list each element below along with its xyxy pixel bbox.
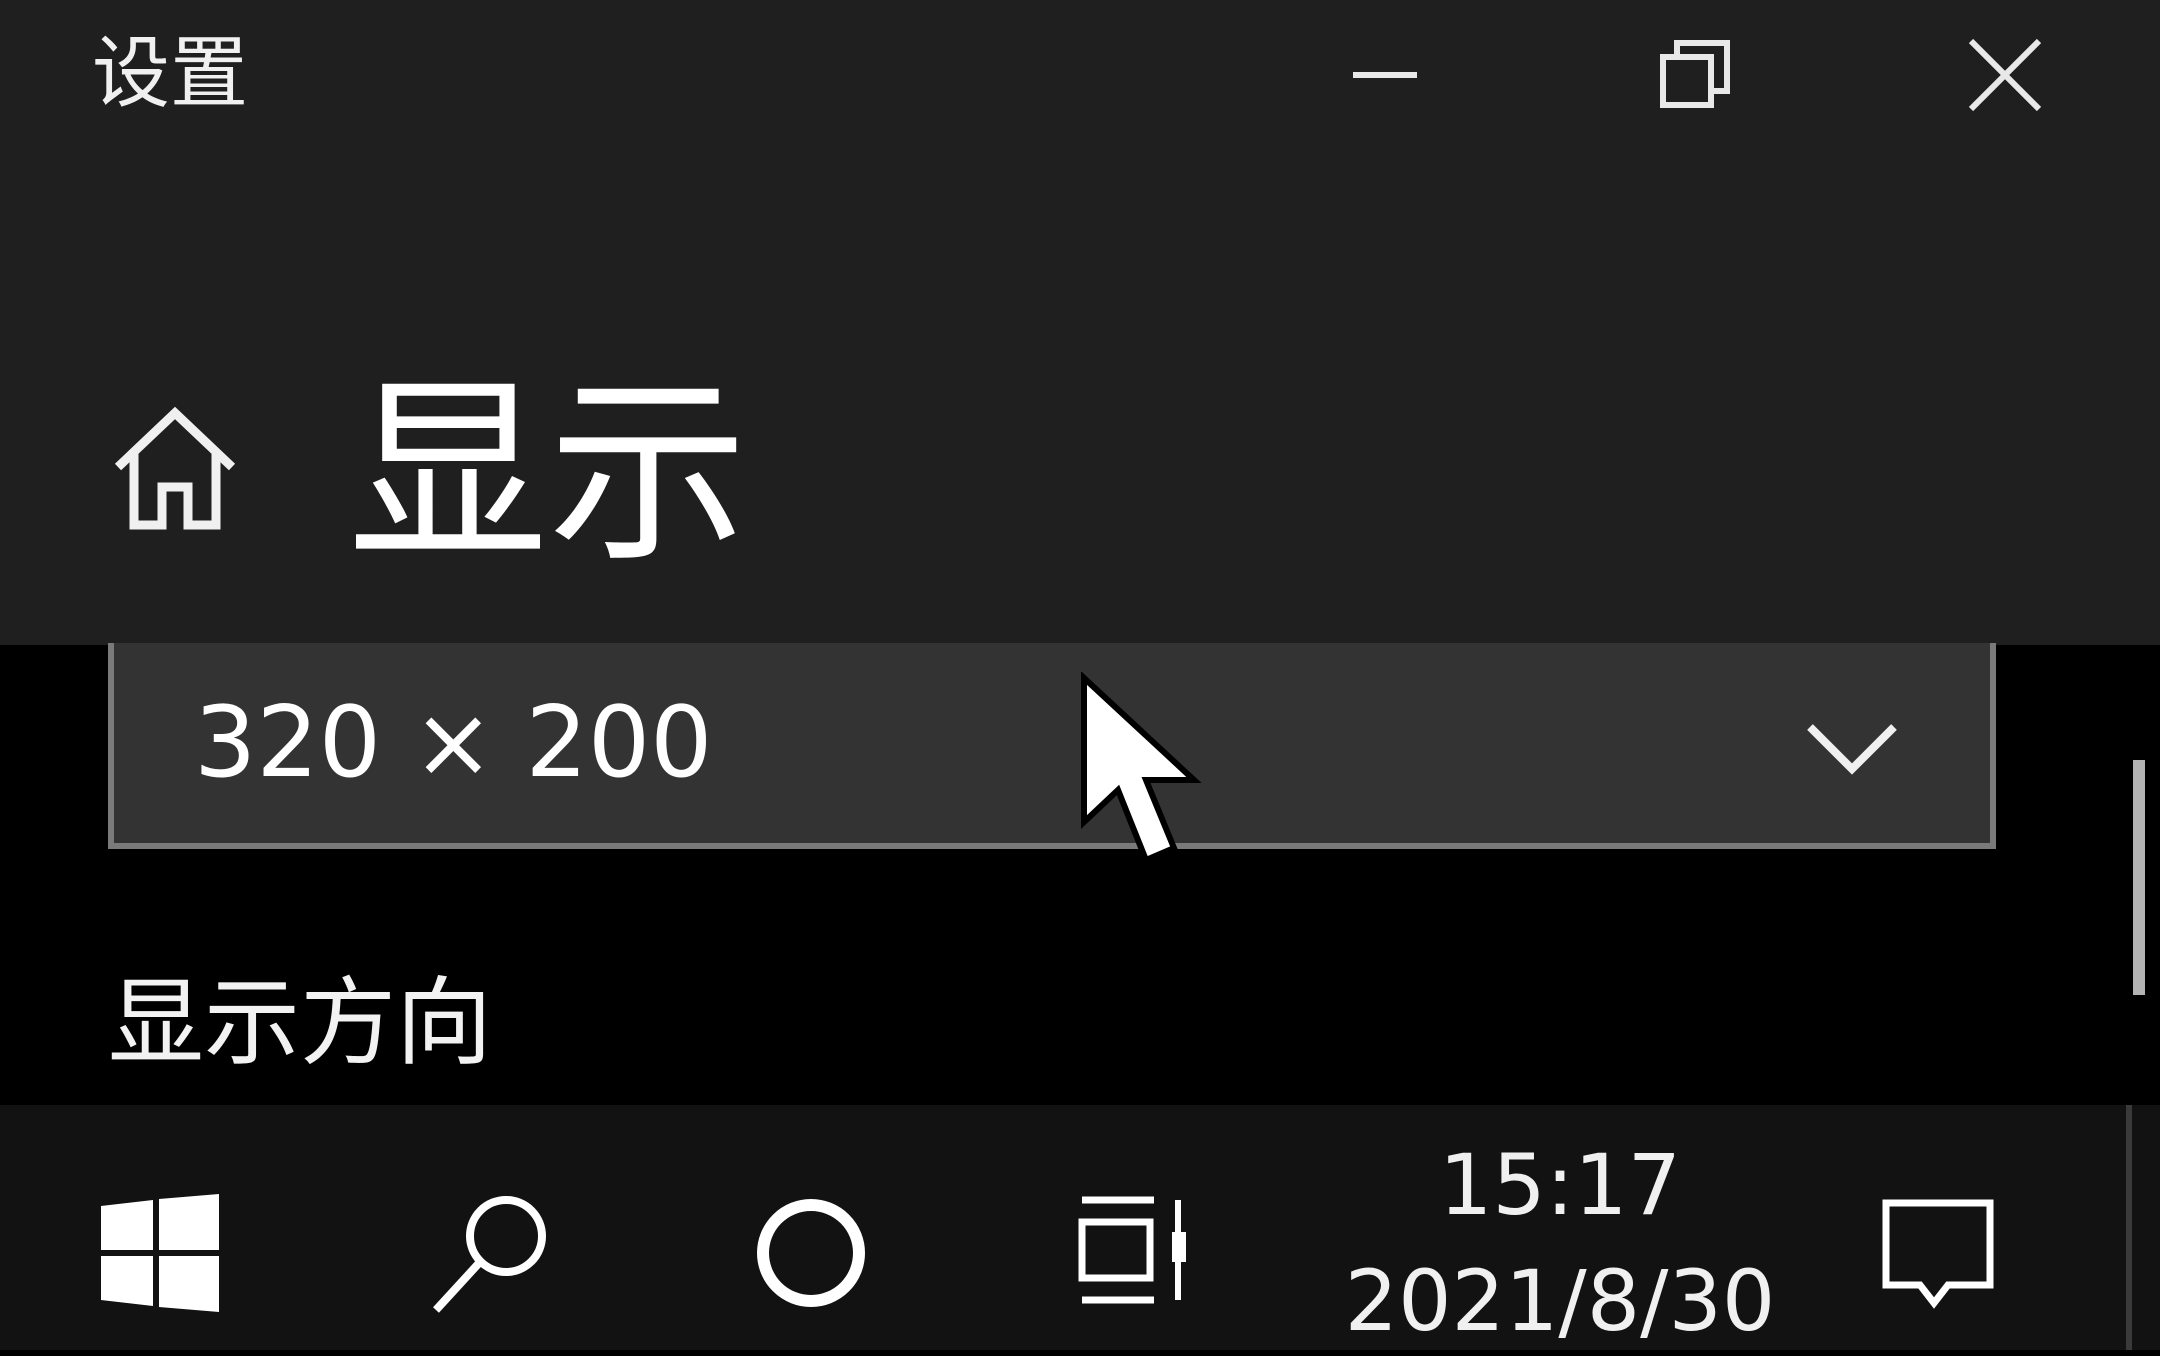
notification-icon [1882, 1199, 1993, 1309]
show-desktop-edge[interactable] [2126, 1105, 2132, 1350]
app-title: 设置 [92, 29, 249, 119]
search-button[interactable] [425, 1185, 560, 1320]
task-view-button[interactable] [1070, 1180, 1205, 1320]
cortana-button[interactable] [743, 1185, 878, 1320]
scrollbar-thumb[interactable] [2133, 760, 2145, 995]
cortana-icon [756, 1198, 865, 1307]
windows-start-icon [100, 1193, 219, 1312]
search-icon [432, 1195, 546, 1313]
restore-icon [1660, 40, 1730, 108]
home-icon[interactable] [110, 405, 240, 535]
title-bar[interactable]: 设置 [0, 0, 2160, 150]
resolution-dropdown[interactable]: 320 × 200 [108, 643, 1996, 849]
minimize-icon [1353, 72, 1417, 78]
chevron-down-icon [1807, 724, 1897, 775]
orientation-label: 显示方向 [108, 967, 492, 1079]
clock-time: 15:17 [1438, 1136, 1682, 1234]
taskbar-clock[interactable]: 15:17 2021/8/30 [1330, 1130, 1790, 1356]
page-title: 显示 [348, 357, 749, 590]
clock-date: 2021/8/30 [1344, 1252, 1776, 1350]
page-header: 显示 [0, 150, 2160, 645]
action-center-button[interactable] [1870, 1185, 2005, 1320]
restore-button[interactable] [1540, 0, 1850, 150]
resolution-value: 320 × 200 [194, 686, 713, 800]
close-button[interactable] [1850, 0, 2160, 150]
settings-window: 设置 显示 320 × 200 显示方向 [0, 0, 2160, 1105]
close-icon [1968, 38, 2042, 112]
mouse-cursor-icon [1081, 672, 1202, 864]
minimize-button[interactable] [1230, 0, 1540, 150]
start-button[interactable] [92, 1185, 227, 1320]
task-view-icon [1078, 1196, 1186, 1304]
